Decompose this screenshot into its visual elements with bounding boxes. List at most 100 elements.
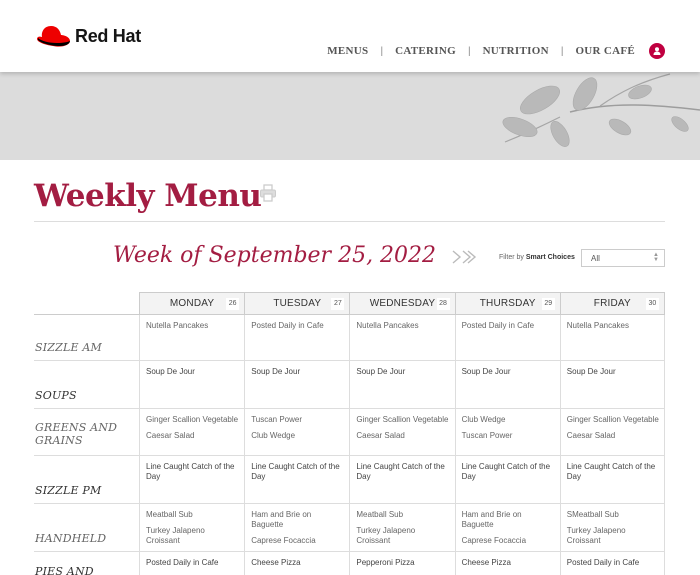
menu-item[interactable]: Soup De Jour [146, 367, 240, 377]
menu-item[interactable]: Caesar Salad [146, 431, 240, 441]
day-number: 28 [436, 298, 450, 310]
menu-item[interactable]: Ham and Brie on Baguette [251, 510, 345, 530]
menu-cell: Posted Daily in Cafe [139, 552, 244, 575]
menu-cell: Pepperoni Pizza [349, 552, 454, 575]
category-cell: PIES AND [34, 552, 139, 575]
menu-item[interactable]: Meatball Sub [146, 510, 240, 520]
menu-row-pies: PIES AND Posted Daily in Cafe Cheese Piz… [34, 552, 665, 575]
day-header-tuesday[interactable]: TUESDAY 27 [244, 292, 350, 314]
header-spacer [34, 292, 139, 314]
day-header-thursday[interactable]: THURSDAY 29 [454, 292, 560, 314]
menu-item[interactable]: Meatball Sub [356, 510, 450, 520]
category-label: SIZZLE PM [35, 484, 102, 497]
red-hat-logo[interactable]: Red Hat [35, 24, 141, 49]
menu-item[interactable]: Club Wedge [251, 431, 345, 441]
day-header-monday[interactable]: MONDAY 26 [139, 292, 245, 314]
category-cell: GREENS AND GRAINS [34, 409, 139, 455]
menu-item[interactable]: Caesar Salad [356, 431, 450, 441]
menu-cell: Meatball Sub Turkey Jalapeno Croissant [139, 504, 244, 551]
nav-catering[interactable]: CATERING [395, 45, 456, 57]
category-label: PIES AND [35, 565, 94, 575]
menu-item[interactable]: Posted Daily in Cafe [567, 558, 660, 568]
nav-our-cafe[interactable]: OUR CAFÉ [575, 45, 635, 57]
category-cell: SOUPS [34, 361, 139, 408]
menu-cell: Cheese Pizza [244, 552, 349, 575]
menu-cell: Nutella Pancakes [139, 315, 244, 360]
menu-item[interactable]: Ginger Scallion Vegetable [146, 415, 240, 425]
menu-item[interactable]: Soup De Jour [356, 367, 450, 377]
menu-item[interactable]: Ginger Scallion Vegetable [356, 415, 450, 425]
menu-row-handheld: HANDHELD Meatball Sub Turkey Jalapeno Cro… [34, 504, 665, 552]
menu-item[interactable]: Posted Daily in Cafe [462, 321, 556, 331]
menu-cell: Ham and Brie on Baguette Caprese Focaccia [454, 504, 560, 551]
menu-item[interactable]: Nutella Pancakes [567, 321, 660, 331]
menu-item[interactable]: Ginger Scallion Vegetable [567, 415, 660, 425]
menu-cell: Soup De Jour [349, 361, 454, 408]
menu-item[interactable]: Turkey Jalapeno Croissant [567, 526, 660, 546]
nav-menus[interactable]: MENUS [327, 45, 368, 57]
menu-item[interactable]: Line Caught Catch of the Day [251, 462, 345, 482]
menu-cell: Posted Daily in Cafe [244, 315, 349, 360]
menu-item[interactable]: Line Caught Catch of the Day [567, 462, 660, 482]
day-number: 27 [331, 298, 345, 310]
menu-item[interactable]: Soup De Jour [462, 367, 556, 377]
day-header-wednesday[interactable]: WEDNESDAY 28 [349, 292, 455, 314]
menu-item[interactable]: Posted Daily in Cafe [251, 321, 345, 331]
category-cell: HANDHELD [34, 504, 139, 551]
brand-name: Red Hat [75, 26, 141, 46]
menu-item[interactable]: Tuscan Power [251, 415, 345, 425]
menu-cell: Ginger Scallion Vegetable Caesar Salad [559, 409, 665, 455]
next-week-icon[interactable] [450, 249, 482, 270]
menu-item[interactable]: Line Caught Catch of the Day [462, 462, 556, 482]
nav-divider: | [467, 45, 471, 57]
nav-nutrition[interactable]: NUTRITION [483, 45, 549, 57]
menu-item[interactable]: Soup De Jour [251, 367, 345, 377]
menu-item[interactable]: Cheese Pizza [462, 558, 556, 568]
menu-item[interactable]: Caprese Focaccia [251, 536, 345, 546]
week-heading: Week of September 25, 2022 [113, 243, 437, 268]
menu-cell: Soup De Jour [139, 361, 244, 408]
menu-item[interactable]: Caesar Salad [567, 431, 660, 441]
menu-item[interactable]: Turkey Jalapeno Croissant [146, 526, 240, 546]
user-icon[interactable] [649, 43, 665, 59]
weekly-menu-table: MONDAY 26 TUESDAY 27 WEDNESDAY 28 THURSDAY 2… [34, 292, 665, 575]
menu-item[interactable]: Posted Daily in Cafe [146, 558, 240, 568]
menu-cell: Cheese Pizza [454, 552, 560, 575]
menu-item[interactable]: Nutella Pancakes [356, 321, 450, 331]
menu-item[interactable]: Club Wedge [462, 415, 556, 425]
menu-cell: Posted Daily in Cafe [454, 315, 560, 360]
print-icon[interactable] [259, 184, 277, 207]
menu-item[interactable]: Line Caught Catch of the Day [356, 462, 450, 482]
herb-leaves-decoration [502, 73, 700, 147]
menu-cell: Soup De Jour [454, 361, 560, 408]
select-caret-icon: ▲ ▼ [653, 252, 659, 263]
menu-cell: Line Caught Catch of the Day [244, 456, 349, 503]
menu-item[interactable]: Turkey Jalapeno Croissant [356, 526, 450, 546]
smart-choices-select[interactable]: All ▲ ▼ [581, 249, 665, 267]
menu-row-greens-and-grains: GREENS AND GRAINS Ginger Scallion Vegeta… [34, 409, 665, 456]
site-header: Red Hat MENUS | CATERING | NUTRITION | O… [0, 0, 700, 72]
menu-item[interactable]: Cheese Pizza [251, 558, 345, 568]
menu-item[interactable]: Nutella Pancakes [146, 321, 240, 331]
menu-cell: Ginger Scallion Vegetable Caesar Salad [349, 409, 454, 455]
menu-item[interactable]: Ham and Brie on Baguette [462, 510, 556, 530]
day-header-row: MONDAY 26 TUESDAY 27 WEDNESDAY 28 THURSDAY 2… [34, 292, 665, 315]
menu-cell: Nutella Pancakes [349, 315, 454, 360]
category-cell: SIZZLE AM [34, 315, 139, 360]
nav-divider: | [560, 45, 564, 57]
day-header-friday[interactable]: FRIDAY 30 [559, 292, 665, 314]
menu-cell: Line Caught Catch of the Day [139, 456, 244, 503]
menu-item[interactable]: Line Caught Catch of the Day [146, 462, 240, 482]
filter-prefix: Filter by [499, 254, 526, 261]
menu-cell: Nutella Pancakes [559, 315, 665, 360]
menu-item[interactable]: Caprese Focaccia [462, 536, 556, 546]
menu-item[interactable]: Pepperoni Pizza [356, 558, 450, 568]
red-hat-logo-icon [37, 26, 70, 47]
title-divider [34, 221, 665, 222]
menu-item[interactable]: Soup De Jour [567, 367, 660, 377]
menu-item[interactable]: Tuscan Power [462, 431, 556, 441]
menu-item[interactable]: SMeatball Sub [567, 510, 660, 520]
menu-cell: Line Caught Catch of the Day [454, 456, 560, 503]
menu-cell: Line Caught Catch of the Day [349, 456, 454, 503]
nav-divider: | [380, 45, 384, 57]
